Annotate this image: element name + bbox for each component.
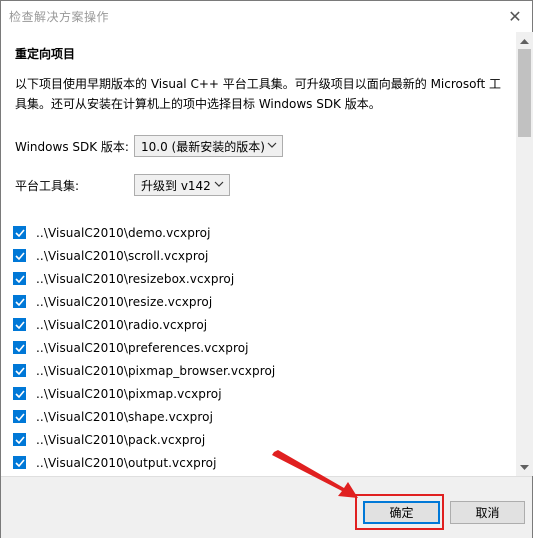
chevron-down-icon [214,179,224,189]
description-text: 以下项目使用早期版本的 Visual C++ 平台工具集。可升级项目以面向最新的… [15,77,501,111]
sdk-version-label: Windows SDK 版本: [15,140,129,154]
close-icon: ✕ [508,6,522,26]
dialog-footer: 确定 取消 [1,476,532,538]
project-path-label: ..\VisualC2010\demo.vcxproj [36,225,211,240]
project-row[interactable]: ..\VisualC2010\scroll.vcxproj [13,244,493,267]
project-path-label: ..\VisualC2010\pixmap_browser.vcxproj [36,363,276,378]
toolset-select[interactable]: 升级到 v142 [134,174,230,196]
toolset-label: 平台工具集: [15,179,80,193]
check-icon [14,274,25,283]
project-checkbox[interactable] [13,456,26,469]
project-row[interactable]: ..\VisualC2010\resizebox.vcxproj [13,267,493,290]
project-checkbox[interactable] [13,318,26,331]
chevron-down-icon [267,140,277,150]
vertical-scrollbar[interactable] [516,32,533,476]
project-checkbox[interactable] [13,410,26,423]
project-row[interactable]: ..\VisualC2010\resize.vcxproj [13,290,493,313]
check-icon [14,228,25,237]
project-row[interactable]: ..\VisualC2010\preferences.vcxproj [13,336,493,359]
project-row[interactable]: ..\VisualC2010\output.vcxproj [13,451,493,474]
project-path-label: ..\VisualC2010\pack.vcxproj [36,432,206,447]
check-icon [14,412,25,421]
project-checkbox[interactable] [13,226,26,239]
project-checkbox[interactable] [13,433,26,446]
scroll-thumb[interactable] [518,49,531,137]
dialog-content: 重定向项目 以下项目使用早期版本的 Visual C++ 平台工具集。可升级项目… [1,32,516,476]
red-arrow-annotation [272,450,358,498]
project-row[interactable]: ..\VisualC2010\radio.vcxproj [13,313,493,336]
project-checkbox[interactable] [13,364,26,377]
section-title: 重定向项目 [15,47,76,61]
title-bar: 检查解决方案操作 ✕ [1,1,532,32]
toolset-value: 升级到 v142 [141,179,211,193]
project-path-label: ..\VisualC2010\output.vcxproj [36,455,217,470]
sdk-version-value: 10.0 (最新安装的版本) [141,140,265,154]
check-icon [14,343,25,352]
scroll-up-arrow-icon[interactable] [516,32,533,49]
project-checkbox[interactable] [13,272,26,285]
project-row[interactable]: ..\VisualC2010\shape.vcxproj [13,405,493,428]
cancel-button[interactable]: 取消 [450,501,525,524]
check-icon [14,389,25,398]
project-path-label: ..\VisualC2010\pixmap.vcxproj [36,386,222,401]
project-path-label: ..\VisualC2010\shape.vcxproj [36,409,214,424]
check-icon [14,458,25,467]
check-icon [14,435,25,444]
project-checkbox[interactable] [13,387,26,400]
project-checkbox[interactable] [13,341,26,354]
scroll-down-arrow-icon[interactable] [516,459,533,476]
check-icon [14,320,25,329]
sdk-version-select[interactable]: 10.0 (最新安装的版本) [134,135,283,157]
check-icon [14,366,25,375]
window-title: 检查解决方案操作 [9,10,110,24]
project-checkbox[interactable] [13,249,26,262]
dialog-window: 检查解决方案操作 ✕ 重定向项目 以下项目使用早期版本的 Visual C++ … [0,0,533,538]
project-path-label: ..\VisualC2010\resize.vcxproj [36,294,213,309]
project-row[interactable]: ..\VisualC2010\pixmap.vcxproj [13,382,493,405]
project-row[interactable]: ..\VisualC2010\pixmap_browser.vcxproj [13,359,493,382]
close-button[interactable]: ✕ [498,1,532,31]
project-checkbox[interactable] [13,295,26,308]
project-path-label: ..\VisualC2010\scroll.vcxproj [36,248,209,263]
check-icon [14,251,25,260]
project-path-label: ..\VisualC2010\radio.vcxproj [36,317,208,332]
check-icon [14,297,25,306]
project-path-label: ..\VisualC2010\resizebox.vcxproj [36,271,235,286]
project-row[interactable]: ..\VisualC2010\demo.vcxproj [13,221,493,244]
project-path-label: ..\VisualC2010\preferences.vcxproj [36,340,249,355]
project-list: ..\VisualC2010\demo.vcxproj ..\VisualC201… [13,221,493,474]
project-row[interactable]: ..\VisualC2010\pack.vcxproj [13,428,493,451]
